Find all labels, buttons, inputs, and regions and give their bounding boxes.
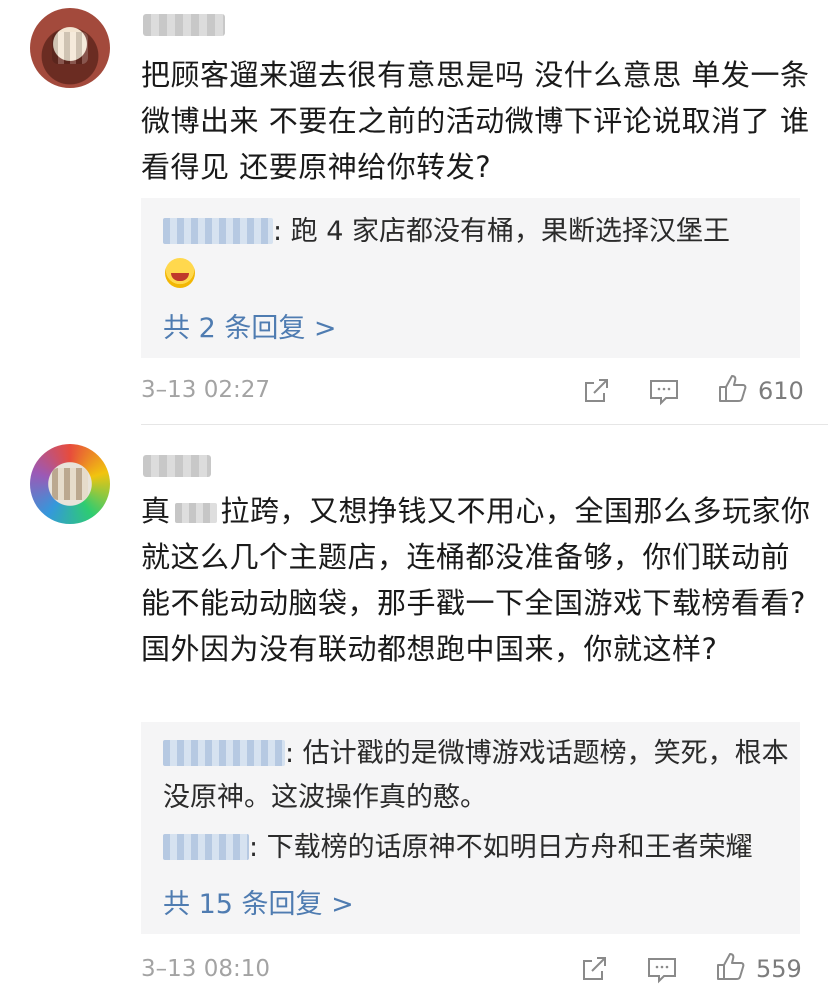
more-replies-link[interactable]: 共 2 条回复 > [163,306,337,345]
reply-box[interactable]: : 估计戳的是微博游戏话题榜，笑死，根本没原神。这波操作真的憨。 : 下载榜的话… [141,722,800,934]
reply-box[interactable]: : 跑 4 家店都没有桶，果断选择汉堡王 共 2 条回复 > [141,198,800,358]
comment-text: 真拉跨，又想挣钱又不用心，全国那么多玩家你就这么几个主题店，连桶都没准备够，你们… [141,488,811,672]
like-icon[interactable] [714,951,746,983]
reply-item[interactable]: : 跑 4 家店都没有桶，果断选择汉堡王 [163,210,793,254]
share-icon[interactable] [580,375,612,407]
share-icon[interactable] [578,953,610,985]
like-icon[interactable] [716,373,748,405]
like-count: 559 [756,955,802,983]
comment-icon[interactable] [648,375,680,407]
username-blurred[interactable] [143,455,211,477]
reply-username-blurred[interactable] [163,217,273,244]
reply-text: : 下载榜的话原神不如明日方舟和王者荣耀 [249,832,753,863]
reply-username-blurred[interactable] [163,833,249,860]
divider [141,424,828,425]
comment-text: 把顾客遛来遛去很有意思是吗 没什么意思 单发一条微博出来 不要在之前的活动微博下… [141,58,810,184]
comment-time: 3–13 08:10 [141,956,270,982]
comment-text-part: 真 [141,494,171,528]
comment-icon[interactable] [646,953,678,985]
reply-username-blurred[interactable] [163,739,285,766]
reply-text: : 跑 4 家店都没有桶，果断选择汉堡王 [273,216,731,247]
avatar[interactable] [30,444,110,524]
reply-item[interactable]: : 估计戳的是微博游戏话题榜，笑死，根本没原神。这波操作真的憨。 [163,732,793,820]
more-replies-link[interactable]: 共 15 条回复 > [163,882,354,921]
censored-word [174,503,217,523]
emoji-laugh-cry-icon [165,258,195,288]
avatar[interactable] [30,8,110,88]
username-blurred[interactable] [143,14,225,36]
like-count: 610 [758,377,804,405]
comment-time: 3–13 02:27 [141,377,270,403]
reply-item[interactable]: : 下载榜的话原神不如明日方舟和王者荣耀 [163,826,793,870]
comment-text-part: 拉跨，又想挣钱又不用心，全国那么多玩家你就这么几个主题店，连桶都没准备够，你们联… [141,494,811,666]
